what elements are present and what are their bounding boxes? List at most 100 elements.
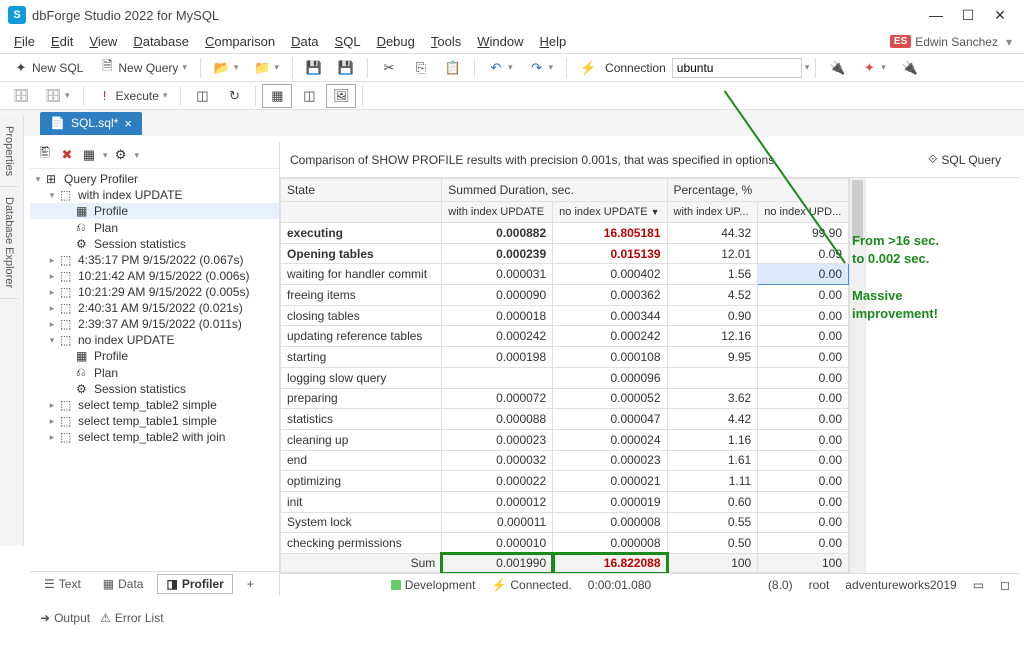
- table-row[interactable]: end 0.000032 0.000023 1.61 0.00: [281, 450, 849, 471]
- layout-icon-2[interactable]: ◻: [1000, 578, 1010, 592]
- menu-tools[interactable]: Tools: [423, 32, 469, 51]
- cut-button[interactable]: ✂: [374, 56, 404, 80]
- tree-item[interactable]: ▸⬚select temp_table2 simple: [30, 397, 279, 413]
- table-icon[interactable]: ▦: [80, 146, 98, 164]
- tree-item[interactable]: ⎌Plan: [30, 219, 279, 236]
- image-toggle[interactable]: 🖼: [326, 84, 356, 108]
- col-duration-group[interactable]: Summed Duration, sec.: [442, 179, 667, 202]
- tab-text[interactable]: ☰Text: [36, 575, 89, 593]
- col-state[interactable]: [281, 202, 442, 223]
- tree-toggle-icon[interactable]: ▸: [46, 255, 58, 266]
- paste-button[interactable]: 📋: [438, 56, 468, 80]
- menu-help[interactable]: Help: [531, 32, 574, 51]
- chevron-down-icon[interactable]: ▾: [805, 62, 810, 73]
- table-row[interactable]: freeing items 0.000090 0.000362 4.52 0.0…: [281, 285, 849, 306]
- table-row[interactable]: closing tables 0.000018 0.000344 0.90 0.…: [281, 305, 849, 326]
- tree-toggle-icon[interactable]: ▸: [46, 319, 58, 330]
- tab-error-list[interactable]: ⚠Error List: [100, 611, 163, 625]
- profiler-tree[interactable]: ▾ ⊞ Query Profiler ▾⬚with index UPDATE▦P…: [30, 169, 279, 571]
- table-row[interactable]: init 0.000012 0.000019 0.60 0.00: [281, 491, 849, 512]
- refresh-button[interactable]: ↻: [219, 84, 249, 108]
- tab-output[interactable]: ➜Output: [40, 611, 90, 625]
- table-row[interactable]: Opening tables 0.000239 0.015139 12.01 0…: [281, 243, 849, 264]
- menu-debug[interactable]: Debug: [369, 32, 423, 51]
- col-pct-with[interactable]: with index UP...: [667, 202, 758, 223]
- plan-button[interactable]: ◫: [187, 84, 217, 108]
- table-row[interactable]: logging slow query 0.000096 0.00: [281, 367, 849, 388]
- table-row[interactable]: optimizing 0.000022 0.000021 1.11 0.00: [281, 471, 849, 492]
- tree-toggle-icon[interactable]: ▸: [46, 432, 58, 443]
- db-button-1[interactable]: 🗄: [6, 84, 36, 108]
- connection-select[interactable]: [672, 58, 802, 78]
- format-icon[interactable]: 🖺: [36, 146, 54, 164]
- close-button[interactable]: ✕: [984, 3, 1016, 27]
- sparkle-button[interactable]: ✦▾: [854, 56, 893, 80]
- copy-button[interactable]: ⎘: [406, 56, 436, 80]
- menu-comparison[interactable]: Comparison: [197, 32, 283, 51]
- table-row[interactable]: cleaning up 0.000023 0.000024 1.16 0.00: [281, 429, 849, 450]
- table-row[interactable]: statistics 0.000088 0.000047 4.42 0.00: [281, 409, 849, 430]
- tree-toggle-icon[interactable]: ▸: [46, 287, 58, 298]
- gear-icon[interactable]: ⚙: [112, 146, 130, 164]
- menu-data[interactable]: Data: [283, 32, 326, 51]
- table-row[interactable]: starting 0.000198 0.000108 9.95 0.00: [281, 347, 849, 368]
- grid-toggle-2[interactable]: ◫: [294, 84, 324, 108]
- open-folder-button[interactable]: 📁▾: [247, 56, 286, 80]
- tree-item[interactable]: ▾⬚with index UPDATE: [30, 187, 279, 203]
- document-tab[interactable]: 📄 SQL.sql* ×: [40, 112, 142, 135]
- connection-icon-button[interactable]: ⚡: [573, 56, 603, 80]
- layout-icon-1[interactable]: ▭: [973, 578, 984, 592]
- execute-button[interactable]: !Execute▾: [90, 84, 175, 108]
- dock-tab-db-explorer[interactable]: Database Explorer: [0, 187, 18, 299]
- tab-add[interactable]: +: [239, 575, 262, 593]
- user-dropdown-icon[interactable]: ▾: [1006, 35, 1012, 49]
- undo-button[interactable]: ↶▾: [481, 56, 520, 80]
- tree-item[interactable]: ▸⬚2:40:31 AM 9/15/2022 (0.021s): [30, 300, 279, 316]
- tree-item[interactable]: ⚙Session statistics: [30, 381, 279, 397]
- table-row[interactable]: executing 0.000882 16.805181 44.32 99.90: [281, 223, 849, 244]
- maximize-button[interactable]: ☐: [952, 3, 984, 27]
- tree-item[interactable]: ▸⬚4:35:17 PM 9/15/2022 (0.067s): [30, 252, 279, 268]
- tab-data[interactable]: ▦Data: [95, 575, 152, 593]
- table-row[interactable]: preparing 0.000072 0.000052 3.62 0.00: [281, 388, 849, 409]
- open-button[interactable]: 📂▾: [207, 56, 246, 80]
- table-row[interactable]: checking permissions 0.000010 0.000008 0…: [281, 533, 849, 554]
- table-row[interactable]: System lock 0.000011 0.000008 0.55 0.00: [281, 512, 849, 533]
- tree-item[interactable]: ▦Profile: [30, 203, 279, 219]
- col-pct-no[interactable]: no index UPD...: [758, 202, 849, 223]
- tree-item[interactable]: ▸⬚10:21:29 AM 9/15/2022 (0.005s): [30, 284, 279, 300]
- user-name[interactable]: Edwin Sanchez: [915, 35, 998, 49]
- menu-database[interactable]: Database: [125, 32, 197, 51]
- col-with-index[interactable]: with index UPDATE: [442, 202, 553, 223]
- menu-view[interactable]: View: [81, 32, 125, 51]
- menu-window[interactable]: Window: [469, 32, 531, 51]
- chevron-down-icon[interactable]: ▾: [103, 150, 108, 161]
- minimize-button[interactable]: —: [920, 3, 952, 27]
- dock-tab-properties[interactable]: Properties: [0, 116, 18, 187]
- db-button-2[interactable]: 🗄▾: [38, 84, 77, 108]
- tree-toggle-icon[interactable]: ▸: [46, 303, 58, 314]
- plug-add-button[interactable]: 🔌: [895, 56, 925, 80]
- tab-close-icon[interactable]: ×: [124, 116, 132, 131]
- new-sql-button[interactable]: ✦New SQL: [6, 56, 90, 80]
- tree-item[interactable]: ▸⬚10:21:42 AM 9/15/2022 (0.006s): [30, 268, 279, 284]
- vertical-scrollbar[interactable]: [849, 178, 865, 573]
- tree-toggle-icon[interactable]: ▸: [46, 400, 58, 411]
- new-query-button[interactable]: 🗎New Query▾: [92, 56, 194, 80]
- menu-file[interactable]: File: [6, 32, 43, 51]
- tree-item[interactable]: ▸⬚select temp_table1 simple: [30, 413, 279, 429]
- tree-item[interactable]: ▸⬚select temp_table2 with join: [30, 429, 279, 445]
- tree-item[interactable]: ⎌Plan: [30, 364, 279, 381]
- redo-button[interactable]: ↷▾: [522, 56, 561, 80]
- tree-root[interactable]: ▾ ⊞ Query Profiler: [30, 171, 279, 187]
- menu-sql[interactable]: SQL: [327, 32, 369, 51]
- save-button[interactable]: 💾: [299, 56, 329, 80]
- scrollbar-thumb[interactable]: [852, 180, 863, 240]
- menu-edit[interactable]: Edit: [43, 32, 81, 51]
- col-percentage-group[interactable]: Percentage, %: [667, 179, 849, 202]
- grid-toggle-1[interactable]: ▦: [262, 84, 292, 108]
- tree-item[interactable]: ▾⬚no index UPDATE: [30, 332, 279, 348]
- table-row[interactable]: waiting for handler commit 0.000031 0.00…: [281, 264, 849, 285]
- tree-item[interactable]: ▦Profile: [30, 348, 279, 364]
- delete-icon[interactable]: ✖: [58, 146, 76, 164]
